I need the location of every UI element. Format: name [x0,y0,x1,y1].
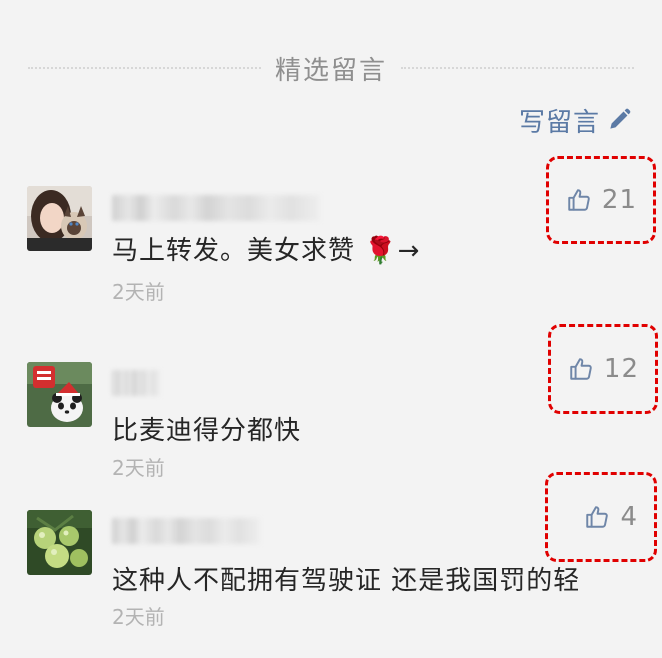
comment-text: 这种人不配拥有驾驶证 还是我国罚的轻 [112,566,581,596]
write-comment-label: 写留言 [518,107,600,138]
nickname-blurred[interactable] [112,518,260,544]
like-button[interactable]: 12 [548,324,658,414]
comment-time: 2天前 [112,456,165,480]
comment-text: 比麦迪得分都快 [112,416,302,446]
section-header: 精选留言 [28,46,635,90]
like-count: 4 [620,502,638,532]
thumbs-up-icon [584,504,610,530]
divider-right [401,67,635,69]
girl-with-cat-avatar[interactable] [27,186,92,251]
like-count: 12 [603,354,639,384]
like-button[interactable]: 4 [545,472,657,562]
pencil-icon [606,107,632,133]
panda-avatar[interactable] [27,362,92,427]
tomato-avatar[interactable] [27,510,92,575]
comment-text: 马上转发。美女求赞 🌹→ [112,236,421,266]
nickname-blurred[interactable] [112,370,160,396]
like-count: 21 [601,185,637,215]
thumbs-up-icon [568,356,594,382]
section-title: 精选留言 [275,55,388,86]
comment-time: 2天前 [112,605,165,629]
comment-time: 2天前 [112,280,165,304]
write-comment-button[interactable]: 写留言 [519,100,632,140]
thumbs-up-icon [566,187,592,213]
nickname-blurred[interactable] [112,195,320,221]
like-button[interactable]: 21 [546,156,656,244]
divider-left [28,67,261,69]
